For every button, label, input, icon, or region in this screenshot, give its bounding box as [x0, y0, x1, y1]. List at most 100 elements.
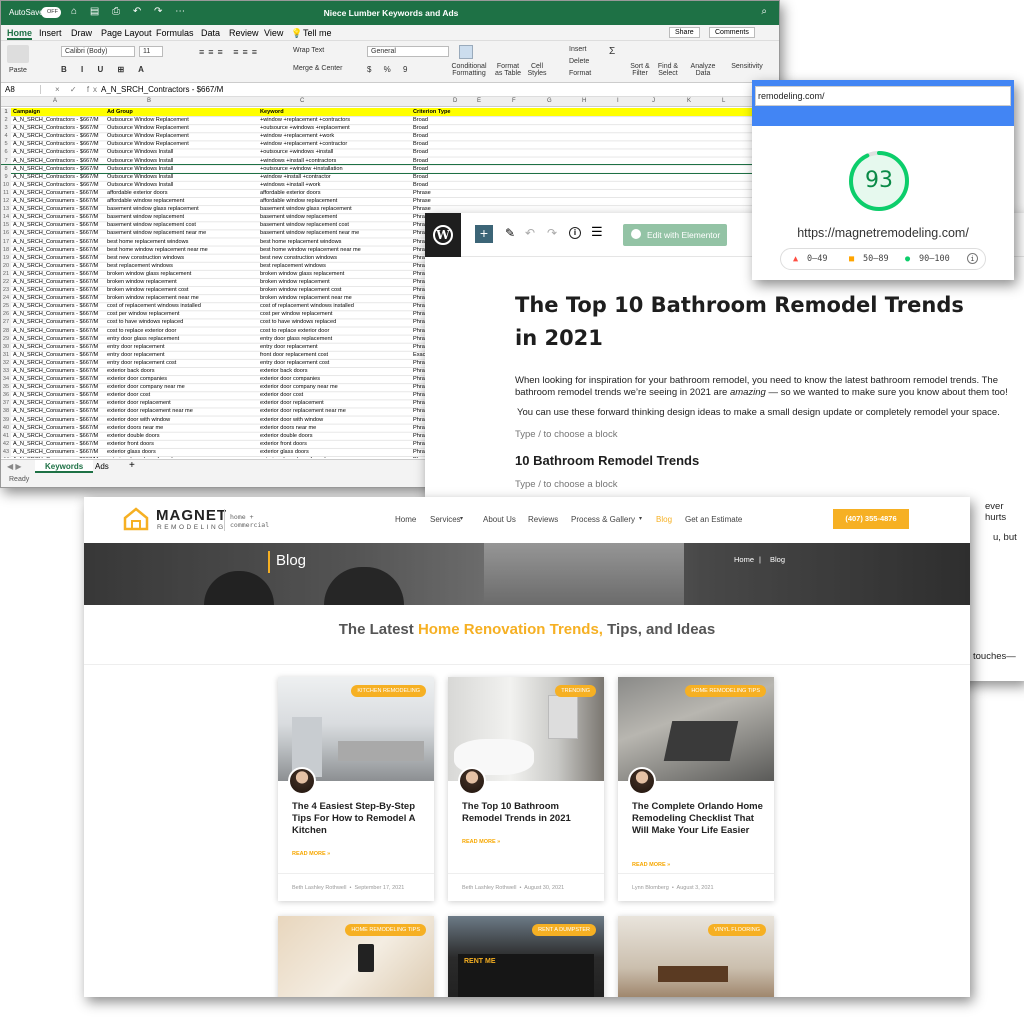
redo-icon[interactable]: ↷ [547, 226, 557, 240]
table-cell[interactable]: best home window replacement near me [107, 246, 257, 254]
table-cell[interactable]: A_N_SRCH_Contractors - $667/M [13, 173, 105, 181]
nav-reviews[interactable]: Reviews [528, 515, 558, 524]
table-cell[interactable]: Outsource Window Replacement [107, 140, 257, 148]
table-cell[interactable]: best new construction windows [107, 254, 257, 262]
table-cell[interactable]: exterior back doors [260, 367, 410, 375]
table-cell[interactable]: Outsource Windows Install [107, 165, 257, 173]
table-cell[interactable]: A_N_SRCH_Consumers - $667/M [13, 456, 105, 458]
undo-icon[interactable]: ↶ [525, 226, 535, 240]
table-cell[interactable]: A_N_SRCH_Contractors - $667/M [13, 132, 105, 140]
read-more-link[interactable]: READ MORE » [462, 839, 500, 845]
table-cell[interactable]: exterior door companies [107, 375, 257, 383]
table-cell[interactable]: best home window replacement near me [260, 246, 410, 254]
blog-card-5[interactable]: RENT ME RENT A DUMPSTER [448, 916, 604, 997]
table-cell[interactable]: Broad [413, 165, 453, 173]
font-style-buttons[interactable]: B I U ⊞ A [61, 65, 150, 74]
table-cell[interactable]: A_N_SRCH_Contractors - $667/M [13, 157, 105, 165]
blog-card-1[interactable]: KITCHEN REMODELING The 4 Easiest Step-By… [278, 677, 434, 901]
table-cell[interactable]: cost per window replacement [260, 310, 410, 318]
paragraph-block-2[interactable]: You can use these forward thinking desig… [517, 407, 1017, 418]
table-cell[interactable]: Phrase [413, 205, 453, 213]
table-cell[interactable]: A_N_SRCH_Consumers - $667/M [13, 229, 105, 237]
card-title[interactable]: The Top 10 Bathroom Remodel Trends in 20… [462, 801, 597, 825]
table-cell[interactable]: A_N_SRCH_Consumers - $667/M [13, 432, 105, 440]
add-block-button[interactable]: + [475, 225, 493, 243]
table-cell[interactable]: A_N_SRCH_Contractors - $667/M [13, 181, 105, 189]
blog-card-2[interactable]: TRENDING The Top 10 Bathroom Remodel Tre… [448, 677, 604, 901]
analyze-data-button[interactable]: Analyze Data [689, 63, 717, 77]
comments-button[interactable]: Comments [709, 27, 755, 38]
number-format-select[interactable]: General [367, 46, 449, 57]
table-cell[interactable]: exterior glass doors for sale [107, 456, 257, 458]
table-cell[interactable]: broken window glass replacement [107, 270, 257, 278]
category-badge[interactable]: HOME REMODELING TIPS [345, 924, 426, 936]
header-cell[interactable]: Criterion Type [413, 108, 453, 116]
table-cell[interactable]: broken window glass replacement [260, 270, 410, 278]
table-cell[interactable]: broken window replacement [260, 278, 410, 286]
table-cell[interactable]: basement window glass replacement [260, 205, 410, 213]
table-cell[interactable]: entry door glass replacement [260, 335, 410, 343]
table-cell[interactable]: Broad [413, 157, 453, 165]
table-cell[interactable]: cost per window replacement [107, 310, 257, 318]
table-cell[interactable]: exterior door company near me [260, 383, 410, 391]
table-cell[interactable]: cost of replacement windows installed [107, 302, 257, 310]
table-cell[interactable]: broken window replacement near me [107, 294, 257, 302]
table-cell[interactable]: A_N_SRCH_Consumers - $667/M [13, 375, 105, 383]
clipboard-icon[interactable] [7, 45, 29, 63]
block-placeholder-1[interactable]: Type / to choose a block [515, 429, 617, 440]
format-table-button[interactable]: Format as Table [493, 63, 523, 77]
number-buttons[interactable]: $ % 9 [367, 65, 412, 74]
edit-pencil-icon[interactable]: ✎ [505, 226, 515, 240]
details-info-icon[interactable]: i [569, 227, 581, 239]
table-cell[interactable]: Broad [413, 181, 453, 189]
column-header-c[interactable]: C [300, 98, 304, 104]
sheet-tab-ads[interactable]: Ads [95, 462, 109, 471]
table-cell[interactable]: Outsource Window Replacement [107, 116, 257, 124]
tab-formulas[interactable]: Formulas [156, 28, 194, 38]
table-cell[interactable]: A_N_SRCH_Consumers - $667/M [13, 327, 105, 335]
table-cell[interactable]: A_N_SRCH_Consumers - $667/M [13, 359, 105, 367]
table-cell[interactable]: A_N_SRCH_Consumers - $667/M [13, 407, 105, 415]
table-cell[interactable]: Outsource Windows Install [107, 181, 257, 189]
table-cell[interactable]: +windows +install +contractors [260, 157, 410, 165]
table-cell[interactable]: basement window replacement cost [260, 221, 410, 229]
nav-about[interactable]: About Us [483, 515, 516, 524]
table-cell[interactable]: best home replacement windows [107, 238, 257, 246]
table-cell[interactable]: +windows +install +work [260, 181, 410, 189]
header-cell[interactable]: Ad Group [107, 108, 257, 116]
table-cell[interactable]: A_N_SRCH_Consumers - $667/M [13, 440, 105, 448]
table-cell[interactable]: A_N_SRCH_Contractors - $667/M [13, 148, 105, 156]
post-title[interactable]: The Top 10 Bathroom Remodel Trends in 20… [515, 289, 975, 355]
table-cell[interactable]: best home replacement windows [260, 238, 410, 246]
column-header-d[interactable]: D [453, 98, 457, 104]
search-icon[interactable]: ⌕ [761, 6, 767, 17]
table-cell[interactable]: A_N_SRCH_Consumers - $667/M [13, 238, 105, 246]
table-cell[interactable]: Broad [413, 173, 453, 181]
table-cell[interactable]: entry door replacement [107, 351, 257, 359]
category-badge[interactable]: RENT A DUMPSTER [532, 924, 596, 936]
tab-page-layout[interactable]: Page Layout [101, 28, 152, 38]
table-cell[interactable]: A_N_SRCH_Consumers - $667/M [13, 197, 105, 205]
header-cell[interactable]: Keyword [260, 108, 410, 116]
table-cell[interactable]: cost to have windows replaced [260, 318, 410, 326]
font-select[interactable]: Calibri (Body) [61, 46, 135, 57]
table-cell[interactable]: A_N_SRCH_Contractors - $667/M [13, 165, 105, 173]
heading-block[interactable]: 10 Bathroom Remodel Trends [515, 453, 699, 468]
blog-card-4[interactable]: HOME REMODELING TIPS [278, 916, 434, 997]
autosave-toggle[interactable]: OFF [41, 7, 61, 18]
formula-input[interactable]: A_N_SRCH_Contractors - $667/M [101, 85, 223, 94]
column-header-k[interactable]: K [687, 98, 691, 104]
table-cell[interactable]: exterior door with window [260, 416, 410, 424]
nav-process-gallery[interactable]: Process & Gallery [571, 515, 635, 524]
table-cell[interactable]: Broad [413, 148, 453, 156]
quick-access-icons[interactable]: ⌂ ▤ ⎙ ↶ ↷ ⋯ [71, 6, 190, 17]
read-more-link[interactable]: READ MORE » [292, 851, 330, 857]
table-cell[interactable]: A_N_SRCH_Consumers - $667/M [13, 205, 105, 213]
nav-home[interactable]: Home [395, 515, 416, 524]
column-header-l[interactable]: L [722, 98, 725, 104]
table-cell[interactable]: Phrase [413, 197, 453, 205]
conditional-format-icon[interactable] [459, 45, 473, 59]
wordpress-logo-button[interactable]: W [425, 213, 461, 257]
sum-icon[interactable]: Σ [609, 46, 615, 57]
table-cell[interactable]: A_N_SRCH_Contractors - $667/M [13, 124, 105, 132]
